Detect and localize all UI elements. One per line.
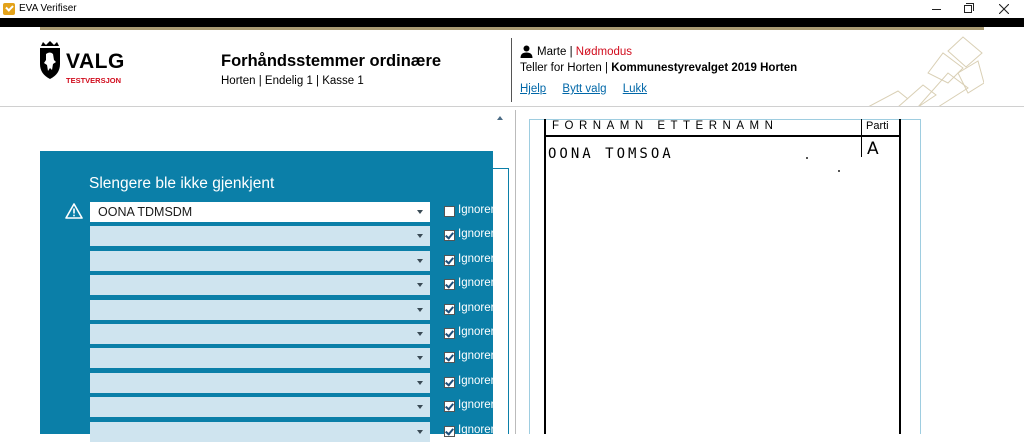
- help-link[interactable]: Hjelp: [520, 83, 546, 95]
- ballot-header-rule: [544, 135, 901, 137]
- candidate-dropdown[interactable]: [90, 348, 430, 368]
- minimize-button[interactable]: [918, 0, 954, 18]
- candidate-dropdown[interactable]: OONA TDMSDM: [90, 202, 430, 222]
- restore-button[interactable]: [950, 0, 986, 18]
- logo-text: VALG: [66, 50, 125, 73]
- emergency-mode-label: Nødmodus: [575, 46, 633, 58]
- chevron-down-icon[interactable]: [417, 283, 423, 287]
- handwritten-name: OONA TOMSOA: [548, 146, 674, 162]
- warning-icon: [65, 203, 83, 219]
- scan-speck: [838, 170, 840, 172]
- window-titlebar: EVA Verifiser: [0, 0, 1024, 18]
- minimize-icon: [931, 8, 941, 10]
- candidate-dropdown[interactable]: [90, 251, 430, 271]
- test-version-label: TESTVERSJON: [66, 76, 122, 85]
- ignore-checkbox[interactable]: [444, 304, 455, 315]
- ignore-checkbox[interactable]: [444, 255, 455, 266]
- ignore-label: Ignorer: [458, 326, 495, 338]
- ignore-checkbox[interactable]: [444, 352, 455, 363]
- ignore-label: Ignorer: [458, 204, 495, 216]
- ignore-checkbox[interactable]: [444, 206, 455, 217]
- ignore-label: Ignorer: [458, 277, 495, 289]
- ignore-label: Ignorer: [458, 350, 495, 362]
- panel-title: Slengere ble ikke gjenkjent: [89, 175, 275, 192]
- user-icon: [520, 45, 533, 58]
- candidate-dropdown[interactable]: [90, 300, 430, 320]
- scroll-up-icon[interactable]: [497, 116, 503, 120]
- switch-election-link[interactable]: Bytt valg: [562, 83, 606, 95]
- ignore-checkbox[interactable]: [444, 230, 455, 241]
- header-links: Hjelp Bytt valg Lukk: [520, 83, 660, 95]
- chevron-down-icon[interactable]: [417, 259, 423, 263]
- ignore-checkbox[interactable]: [444, 328, 455, 339]
- ignore-checkbox[interactable]: [444, 426, 455, 437]
- ignore-label: Ignorer: [458, 424, 495, 436]
- chevron-down-icon[interactable]: [417, 332, 423, 336]
- ignore-checkbox[interactable]: [444, 401, 455, 412]
- ballot-column-rule: [861, 119, 862, 157]
- election-name: Kommunestyrevalget 2019 Horten: [611, 62, 798, 74]
- ballot-image: [544, 119, 901, 434]
- candidate-dropdown[interactable]: [90, 324, 430, 344]
- chevron-down-icon[interactable]: [417, 308, 423, 312]
- ignore-label: Ignorer: [458, 399, 495, 411]
- chevron-down-icon[interactable]: [417, 234, 423, 238]
- panel-divider: [515, 110, 516, 434]
- ballot-party-header: Parti: [866, 120, 889, 132]
- panel-scroll-edge: [493, 168, 509, 434]
- page-title: Forhåndsstemmer ordinære: [221, 52, 442, 70]
- teller-role: Teller for Horten |: [520, 62, 608, 74]
- candidate-dropdown[interactable]: [90, 373, 430, 393]
- window-title: EVA Verifiser: [19, 3, 77, 14]
- ignore-label: Ignorer: [458, 228, 495, 240]
- candidate-dropdown[interactable]: [90, 397, 430, 417]
- restore-icon: [964, 3, 974, 13]
- coat-of-arms-icon: [40, 41, 60, 79]
- chevron-down-icon[interactable]: [417, 210, 423, 214]
- chevron-down-icon[interactable]: [417, 405, 423, 409]
- chevron-down-icon[interactable]: [417, 430, 423, 434]
- header-decoration: [867, 36, 984, 107]
- handwritten-party: A: [867, 139, 879, 159]
- candidate-dropdown-value: OONA TDMSDM: [98, 205, 193, 219]
- chevron-down-icon[interactable]: [417, 356, 423, 360]
- ignore-label: Ignorer: [458, 375, 495, 387]
- close-icon: [999, 4, 1009, 14]
- candidate-dropdown[interactable]: [90, 226, 430, 246]
- close-window-button[interactable]: [986, 0, 1022, 18]
- page-subtitle: Horten | Endelig 1 | Kasse 1: [221, 75, 364, 87]
- ignore-checkbox[interactable]: [444, 279, 455, 290]
- top-band: [0, 18, 1024, 27]
- ballot-name-header: FORNAMN ETTERNAMN: [552, 120, 779, 132]
- close-link[interactable]: Lukk: [623, 83, 647, 95]
- ignore-checkbox[interactable]: [444, 377, 455, 388]
- candidate-dropdown[interactable]: [90, 422, 430, 442]
- ignore-label: Ignorer: [458, 253, 495, 265]
- ignore-label: Ignorer: [458, 302, 495, 314]
- header-bottom-border: [0, 106, 1024, 107]
- chevron-down-icon[interactable]: [417, 381, 423, 385]
- teller-info: Teller for Horten | Kommunestyrevalget 2…: [520, 62, 797, 74]
- user-name: Marte |: [537, 46, 573, 58]
- header-separator: [511, 38, 512, 102]
- user-info: Marte | Nødmodus: [537, 46, 632, 58]
- candidate-dropdown[interactable]: [90, 275, 430, 295]
- scan-speck: [806, 157, 808, 159]
- app-checkmark-icon: [3, 3, 15, 15]
